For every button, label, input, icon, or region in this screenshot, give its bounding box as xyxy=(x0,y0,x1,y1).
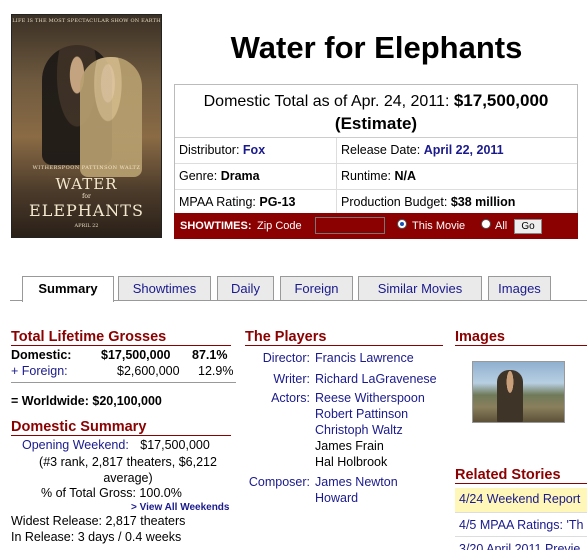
movie-info-box: Domestic Total as of Apr. 24, 2011: $17,… xyxy=(174,84,578,216)
writer-label: Writer: xyxy=(273,372,310,386)
movie-still-thumbnail[interactable] xyxy=(472,361,565,423)
showtimes-label: SHOWTIMES: xyxy=(180,220,252,232)
domestic-gross-label: Domestic: xyxy=(11,348,72,362)
domestic-total-label: Domestic Total as of Apr. 24, 2011: xyxy=(203,93,450,110)
poster-title-top: WATER xyxy=(55,175,118,193)
foreign-gross-row: + Foreign: $2,600,000 12.9% xyxy=(11,364,236,378)
poster-figure-woman xyxy=(80,57,142,177)
related-story-item: 3/20 April 2011 Previe xyxy=(455,536,587,550)
widest-release: Widest Release: 2,817 theaters xyxy=(11,514,186,528)
opening-weekend-row: Opening Weekend: $17,500,000 xyxy=(22,438,210,452)
poster-cast: WITHERSPOON PATTINSON WALTZ xyxy=(32,165,141,171)
page-title: Water for Elephants xyxy=(230,30,523,65)
poster-title-mid: for xyxy=(82,193,91,200)
showtimes-bar: SHOWTIMES: Zip Code This Movie All Go xyxy=(174,213,578,239)
poster-date: APRIL 22 xyxy=(74,223,99,229)
genre-label: Genre: xyxy=(179,169,218,183)
genre-value: Drama xyxy=(220,169,260,183)
related-story-link[interactable]: 4/24 Weekend Report xyxy=(459,492,580,506)
tab-daily[interactable]: Daily xyxy=(217,276,274,300)
director-link[interactable]: Francis Lawrence xyxy=(315,351,414,365)
actor-link[interactable]: Robert Pattinson xyxy=(315,407,408,421)
poster-tagline: LIFE IS THE MOST SPECTACULAR SHOW ON EAR… xyxy=(12,18,161,24)
worldwide-gross: = Worldwide: $20,100,000 xyxy=(11,394,162,408)
opening-weekend-link[interactable]: Opening Weekend: xyxy=(22,438,129,452)
zip-code-input[interactable] xyxy=(315,217,385,234)
writer-link[interactable]: Richard LaGravenese xyxy=(315,372,437,386)
distributor-label: Distributor: xyxy=(179,143,240,157)
related-story-item: 4/5 MPAA Ratings: 'Th xyxy=(455,512,587,536)
in-release: In Release: 3 days / 0.4 weeks xyxy=(11,530,182,544)
release-date-link[interactable]: April 22, 2011 xyxy=(424,143,504,157)
this-movie-label: This Movie xyxy=(412,220,466,232)
related-story-link[interactable]: 3/20 April 2011 Previe xyxy=(459,542,580,550)
tab-images[interactable]: Images xyxy=(488,276,551,300)
images-heading: Images xyxy=(455,329,587,346)
actor-link[interactable]: Reese Witherspoon xyxy=(315,391,425,405)
budget-label: Production Budget: xyxy=(341,195,448,209)
runtime-label: Runtime: xyxy=(341,169,392,183)
domestic-gross-row: Domestic: $17,500,000 87.1% xyxy=(11,348,236,362)
movie-poster[interactable]: LIFE IS THE MOST SPECTACULAR SHOW ON EAR… xyxy=(11,14,162,238)
runtime-value: N/A xyxy=(394,169,417,183)
domestic-gross-pct: 87.1% xyxy=(192,348,228,362)
players-heading: The Players xyxy=(245,329,443,346)
release-label: Release Date: xyxy=(341,143,421,157)
rating-value: PG-13 xyxy=(259,195,296,209)
rating-label: MPAA Rating: xyxy=(179,195,256,209)
domestic-summary-heading: Domestic Summary xyxy=(11,419,231,436)
tab-summary[interactable]: Summary xyxy=(22,276,114,302)
poster-title-bottom: ELEPHANTS xyxy=(29,201,144,220)
related-story-item: 4/24 Weekend Report xyxy=(455,488,587,512)
composer-link[interactable]: James Newton xyxy=(315,475,398,489)
view-all-weekends-link[interactable]: > View All Weekends xyxy=(131,502,229,513)
grosses-heading: Total Lifetime Grosses xyxy=(11,329,231,346)
grosses-divider xyxy=(11,382,236,383)
budget-value: $38 million xyxy=(450,195,516,209)
opening-weekend-detail: (#3 rank, 2,817 theaters, $6,212 average… xyxy=(39,455,217,485)
tab-similar-movies[interactable]: Similar Movies xyxy=(358,276,482,300)
zip-code-label: Zip Code xyxy=(257,220,302,232)
actor-link[interactable]: Christoph Waltz xyxy=(315,423,403,437)
foreign-gross-pct: 12.9% xyxy=(198,364,234,378)
opening-weekend-value: $17,500,000 xyxy=(140,438,210,452)
distributor-link[interactable]: Fox xyxy=(243,143,265,157)
info-row-genre: Genre: Drama Runtime: N/A xyxy=(175,164,577,190)
info-row-rating: MPAA Rating: PG-13 Production Budget: $3… xyxy=(175,190,577,215)
composer-label: Composer: xyxy=(248,475,310,489)
all-radio[interactable] xyxy=(481,219,491,229)
pct-total-gross: % of Total Gross: 100.0% xyxy=(41,486,182,500)
info-row-distributor: Distributor: Fox Release Date: April 22,… xyxy=(175,138,577,164)
tab-foreign[interactable]: Foreign xyxy=(280,276,353,300)
foreign-gross-value: $2,600,000 xyxy=(117,364,180,378)
related-stories-heading: Related Stories xyxy=(455,467,587,484)
domestic-total: Domestic Total as of Apr. 24, 2011: $17,… xyxy=(175,85,577,138)
actor-name: Hal Holbrook xyxy=(315,455,388,469)
domestic-total-value: $17,500,000 xyxy=(453,91,549,110)
all-label: All xyxy=(495,220,508,232)
composer-link-cont[interactable]: Howard xyxy=(315,491,358,505)
this-movie-radio[interactable] xyxy=(397,219,407,229)
actors-label: Actors: xyxy=(271,391,310,405)
thumbnail-figure xyxy=(497,370,523,422)
actor-name: James Frain xyxy=(315,439,384,453)
domestic-gross-value: $17,500,000 xyxy=(101,348,171,362)
foreign-gross-link[interactable]: + Foreign: xyxy=(11,364,68,378)
go-button[interactable]: Go xyxy=(514,219,542,234)
domestic-total-note: (Estimate) xyxy=(334,114,418,133)
tab-showtimes[interactable]: Showtimes xyxy=(118,276,211,300)
director-label: Director: xyxy=(262,351,310,365)
related-story-link[interactable]: 4/5 MPAA Ratings: 'Th xyxy=(459,518,583,532)
tab-bar: Summary Showtimes Daily Foreign Similar … xyxy=(10,276,587,302)
